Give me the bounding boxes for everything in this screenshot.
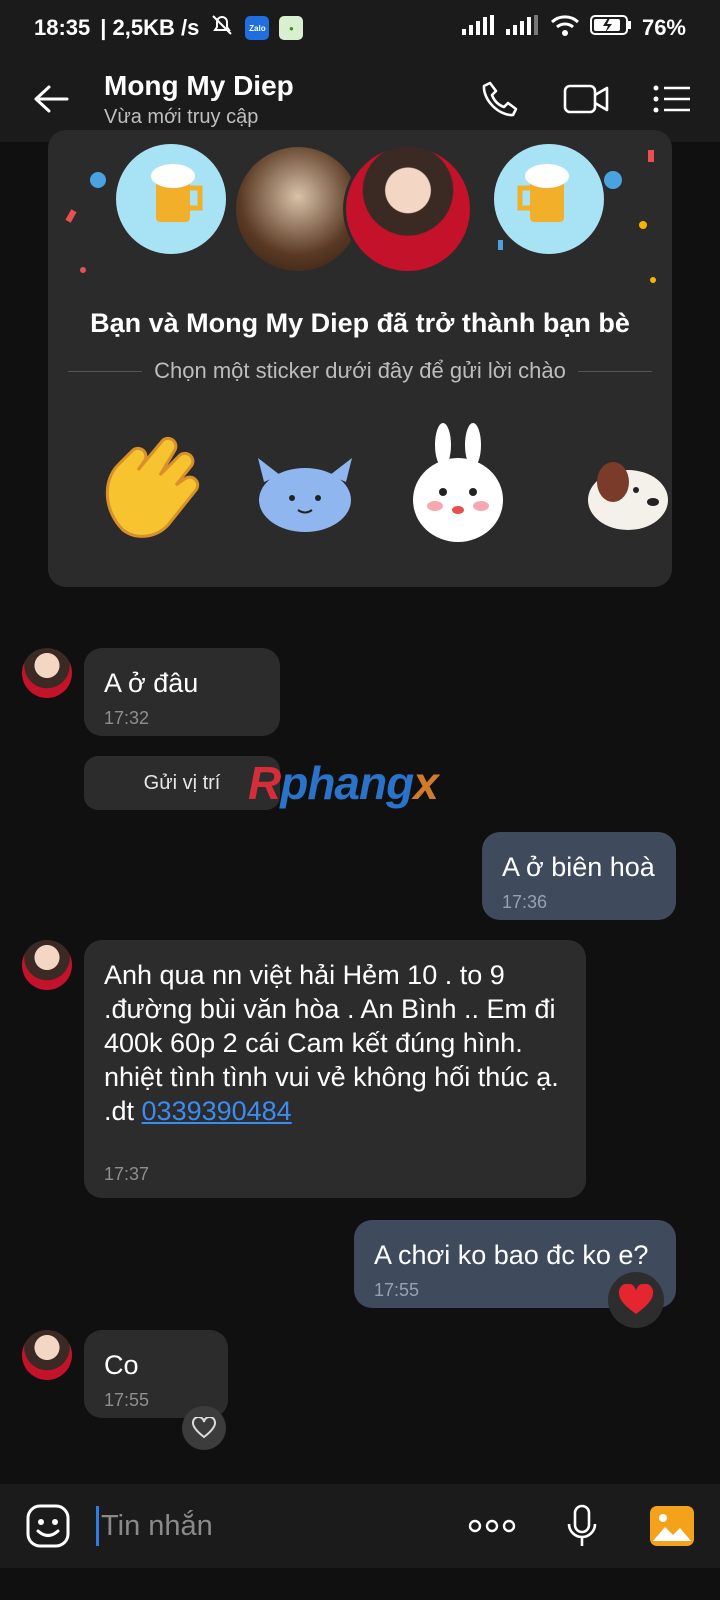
friend-avatar <box>343 144 473 274</box>
heart-outline-icon <box>192 1417 216 1439</box>
sticker-button[interactable] <box>20 1498 76 1554</box>
xin-chao-dog-sticker[interactable] <box>558 420 672 550</box>
react-heart-button[interactable] <box>182 1406 226 1450</box>
message-text: A ở biên hoà <box>502 852 655 882</box>
message-bubble[interactable]: Co 17:55 <box>84 1330 228 1418</box>
message-input[interactable]: Tin nhắn <box>96 1506 464 1546</box>
divider <box>68 370 143 372</box>
system-navigation-bar <box>0 1568 720 1600</box>
status-bar: 18:35 | 2,5KB /s Zalo ● 76% <box>0 0 720 56</box>
photo-gallery-button[interactable] <box>644 1498 700 1554</box>
message-time: 17:37 <box>104 1164 150 1184</box>
video-call-button[interactable] <box>558 71 614 127</box>
message-text: Anh qua nn việt hải Hẻm 10 . to 9 .đường… <box>104 960 559 1126</box>
sender-avatar[interactable] <box>22 940 72 990</box>
app-notification-icon: ● <box>279 16 304 40</box>
hi-bunny-sticker[interactable] <box>393 420 523 550</box>
sender-avatar[interactable] <box>22 648 72 698</box>
message-input-bar: Tin nhắn <box>0 1484 720 1568</box>
message-bubble[interactable]: Anh qua nn việt hải Hẻm 10 . to 9 .đường… <box>84 940 586 1198</box>
battery-percent: 76% <box>641 15 686 40</box>
voice-call-button[interactable] <box>472 71 528 127</box>
waving-hand-icon[interactable] <box>88 420 218 550</box>
divider <box>577 370 652 372</box>
sender-avatar[interactable] <box>22 1330 72 1380</box>
contact-info[interactable]: Mong My Diep Vừa mới truy cập <box>104 70 294 129</box>
phone-number-link[interactable]: 0339390484 <box>142 1096 292 1126</box>
message-bubble[interactable]: A ở biên hoà 17:36 <box>482 832 676 920</box>
back-button[interactable] <box>20 68 82 130</box>
message-text: A ở đâu <box>104 668 199 698</box>
heart-reaction-icon[interactable] <box>608 1272 664 1328</box>
contact-status: Vừa mới truy cập <box>104 105 259 128</box>
text-caret <box>96 1506 99 1546</box>
microphone-icon <box>567 1504 597 1546</box>
signal-icon <box>461 15 496 41</box>
mute-bell-icon <box>209 12 235 44</box>
contact-name: Mong My Diep <box>104 69 294 101</box>
image-gallery-icon <box>650 1506 694 1546</box>
xin-chao-cat-sticker[interactable] <box>240 420 370 550</box>
smiley-sticker-icon <box>26 1504 70 1548</box>
cheers-right-icon <box>494 144 604 254</box>
back-arrow-icon <box>34 85 69 113</box>
watermark-logo: Rphangx <box>248 757 439 809</box>
message-text: A chơi ko bao đc ko e? <box>374 1240 649 1270</box>
wifi-icon <box>550 14 580 42</box>
cheers-left-icon <box>116 144 226 254</box>
message-text: Co <box>104 1350 139 1380</box>
video-camera-icon <box>563 84 609 114</box>
battery-icon <box>589 14 632 42</box>
list-menu-icon <box>653 85 690 113</box>
message-time: 17:36 <box>502 892 548 912</box>
message-input-placeholder: Tin nhắn <box>101 1509 213 1542</box>
more-options-button[interactable] <box>464 1498 520 1554</box>
status-time: 18:35 <box>34 15 91 40</box>
message-bubble[interactable]: A ở đâu 17:32 <box>84 648 280 736</box>
message-time: 17:32 <box>104 708 150 728</box>
status-network-speed: | 2,5KB /s <box>100 15 200 40</box>
friend-card-title: Bạn và Mong My Diep đã trở thành bạn bè <box>90 308 630 338</box>
more-dots-icon <box>468 1519 516 1533</box>
signal-2-icon <box>505 15 540 41</box>
new-friend-card: Bạn và Mong My Diep đã trở thành bạn bè … <box>48 130 672 587</box>
menu-button[interactable] <box>644 71 700 127</box>
friend-card-subtitle: Chọn một sticker dưới đây để gửi lời chà… <box>154 358 566 383</box>
zalo-notification-icon: Zalo <box>245 16 270 40</box>
phone-icon <box>482 81 518 117</box>
voice-message-button[interactable] <box>554 1498 610 1554</box>
